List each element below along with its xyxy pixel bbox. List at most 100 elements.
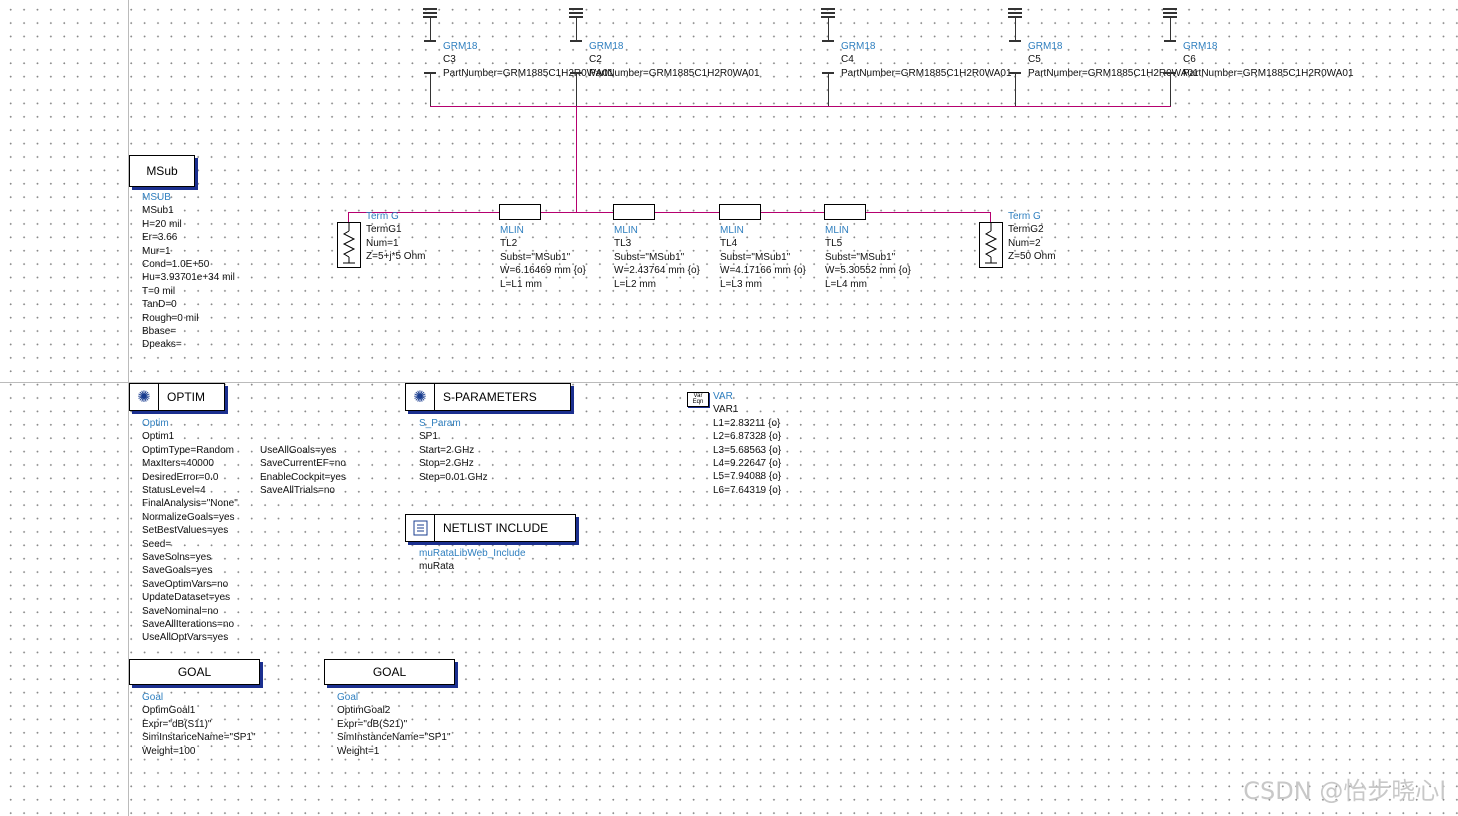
watermark: CSDN @怡步晓心l <box>1243 777 1446 805</box>
goal-1-param-line: Expr="dB(S11)" <box>142 718 212 730</box>
term-g1-param-line: Term G <box>366 211 399 222</box>
resistor-icon <box>342 223 356 264</box>
mlin-tl4-param-line: TL4 <box>720 238 738 250</box>
var-param-line: L6=7.64319 {o} <box>713 484 782 496</box>
var-param-line: L4=9.22647 {o} <box>713 458 782 469</box>
msub-param-line: Er=3.66 <box>142 232 178 244</box>
mlin-tl2-param-line: TL2 <box>500 238 518 250</box>
capacitor-1-text-line: GRM18 <box>589 41 624 52</box>
mlin-tl2-param-line: W=6.16469 mm {o} <box>500 265 586 277</box>
optim-gear-icon: ✺ <box>130 384 159 410</box>
sparam-param-line: Step=0.01 GHz <box>419 471 488 483</box>
mlin-tl4-param-line: Subst="MSub1" <box>720 251 791 263</box>
capacitor-4-text-line: GRM18 <box>1183 41 1218 52</box>
goal-1-param-line: Goal <box>142 692 164 703</box>
netlist-title: NETLIST INCLUDE <box>443 521 549 535</box>
mlin-tl4-param-line: L=L3 mm <box>720 278 762 290</box>
mlin-tl5-param-line: TL5 <box>825 238 843 250</box>
capacitor-1-text-line: PartNumber=GRM1885C1H2R0WA01 <box>589 67 760 79</box>
mlin-tl4-symbol[interactable] <box>719 204 761 220</box>
capacitor-2-text-line: GRM18 <box>841 41 876 52</box>
msub-param-line: MSub1 <box>142 205 174 217</box>
sparam-param-line: SP1 <box>419 431 438 443</box>
term-g1-param-line: TermG1 <box>366 224 402 236</box>
goal-2-title: GOAL <box>372 665 407 679</box>
goal-2-param-line: Expr="dB(S21)" <box>337 718 408 730</box>
capacitor-0-text-line: GRM18 <box>443 41 478 52</box>
optim-controller[interactable]: ✺ OPTIM <box>129 383 225 411</box>
term-g1-param-line: Z=5+j*5 Ohm <box>366 251 426 263</box>
netlist-param-line: muRata <box>419 561 455 573</box>
mlin-tl2-param-line: L=L1 mm <box>500 278 542 290</box>
optim-param-line: MaxIters=40000 <box>142 458 214 470</box>
capacitor-2-text-line: C4 <box>841 54 854 66</box>
mlin-tl2-param-line: Subst="MSub1" <box>500 251 571 263</box>
optim-param-line: StatusLevel=4 <box>142 485 206 496</box>
optim-param-line: Seed= <box>142 538 172 550</box>
goal-1-component[interactable]: GOAL <box>129 659 260 685</box>
var-eqn-icon[interactable]: Var Eqn <box>687 392 709 407</box>
var-param-line: L2=6.87328 {o} <box>713 431 782 443</box>
signal-line-wire[interactable] <box>348 212 991 213</box>
mlin-tl3-param-line: MLIN <box>614 225 638 236</box>
msub-param-line: TanD=0 <box>142 299 177 311</box>
bus-to-line-wire[interactable] <box>576 106 577 212</box>
netlist-include-component[interactable]: NETLIST INCLUDE <box>405 514 576 542</box>
goal-1-title: GOAL <box>177 665 212 679</box>
optim-param-line: Optim <box>142 418 169 429</box>
capacitor-3-text-line: C5 <box>1028 54 1041 66</box>
goal-2-param-line: OptimGoal2 <box>337 705 391 717</box>
msub-component[interactable]: MSub <box>129 155 195 187</box>
sparam-controller[interactable]: ✺ S-PARAMETERS <box>405 383 571 411</box>
capacitor-bus-wire[interactable] <box>430 106 1171 107</box>
goal-1-param-line: SimInstanceName="SP1" <box>142 732 256 744</box>
mlin-tl5-symbol[interactable] <box>824 204 866 220</box>
goal-2-param-line: SimInstanceName="SP1" <box>337 732 451 744</box>
optim-param-line: SaveAllIterations=no <box>142 619 235 630</box>
term-g1-param-line: Num=1 <box>366 237 399 249</box>
optim-param-col2-line: UseAllGoals=yes <box>260 445 337 456</box>
msub-param-line: Dpeaks= <box>142 339 182 351</box>
mlin-tl3-symbol[interactable] <box>613 204 655 220</box>
optim-param-line: SaveOptimVars=no <box>142 578 229 590</box>
term-g2-symbol[interactable] <box>979 222 1003 268</box>
optim-param-col2-line: SaveAllTrials=no <box>260 485 335 497</box>
optim-param-line: SaveNominal=no <box>142 605 219 617</box>
var-param-line: VAR1 <box>713 404 739 416</box>
optim-param-line: OptimType=Random <box>142 444 234 456</box>
capacitor-0-text-line: PartNumber=GRM1885C1H2R0WA01 <box>443 67 614 79</box>
goal-1-param-line: Weight=100 <box>142 745 196 757</box>
sparam-param-line: S_Param <box>419 418 461 429</box>
optim-title: OPTIM <box>167 390 205 404</box>
msub-param-line: Rough=0 mil <box>142 312 199 324</box>
goal-2-param-line: Weight=1 <box>337 745 380 757</box>
capacitor-3-text-line: PartNumber=GRM1885C1H2R0WA01 <box>1028 67 1199 79</box>
mlin-tl3-param-line: Subst="MSub1" <box>614 251 685 263</box>
term-g2-param-line: Term G <box>1008 211 1041 222</box>
optim-param-line: UpdateDataset=yes <box>142 592 231 604</box>
optim-param-line: SaveSolns=yes <box>142 552 212 563</box>
term-g2-param-line: TermG2 <box>1008 224 1044 236</box>
optim-param-line: SaveGoals=yes <box>142 565 213 577</box>
term-g1-symbol[interactable] <box>337 222 361 268</box>
optim-param-line: SetBestValues=yes <box>142 525 229 537</box>
msub-param-line: MSUB <box>142 192 171 203</box>
mlin-tl5-param-line: W=5.30552 mm {o} <box>825 265 911 277</box>
term-g2-param-line: Z=50 Ohm <box>1008 251 1056 263</box>
resistor-icon <box>984 223 998 264</box>
goal-2-component[interactable]: GOAL <box>324 659 455 685</box>
msub-param-line: T=0 mil <box>142 285 176 297</box>
mlin-tl5-param-line: Subst="MSub1" <box>825 251 896 263</box>
capacitor-1-text-line: C2 <box>589 54 602 66</box>
mlin-tl3-param-line: W=2.43764 mm {o} <box>614 265 700 277</box>
sparam-gear-icon: ✺ <box>406 384 435 410</box>
msub-param-line: Mur=1 <box>142 245 171 257</box>
capacitor-4-text-line: PartNumber=GRM1885C1H2R0WA01 <box>1183 67 1354 79</box>
goal-2-param-line: Goal <box>337 692 359 703</box>
optim-param-line: Optim1 <box>142 431 175 443</box>
sparam-param-line: Start=2 GHz <box>419 444 475 456</box>
mlin-tl4-param-line: W=4.17166 mm {o} <box>720 265 806 277</box>
mlin-tl5-param-line: MLIN <box>825 225 849 236</box>
sparam-title: S-PARAMETERS <box>443 390 537 404</box>
mlin-tl2-symbol[interactable] <box>499 204 541 220</box>
